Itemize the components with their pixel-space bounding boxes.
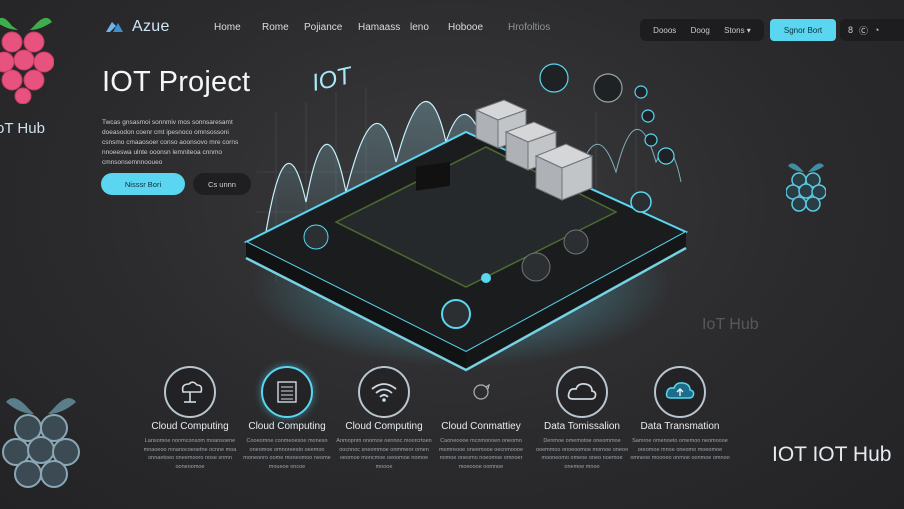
brand[interactable]: Azue (104, 18, 170, 36)
feature-icon-ring (164, 366, 216, 418)
header-icon-bar: 8 Ⓒ ◔ (840, 19, 904, 41)
iot-hub-label: IOT IOT Hub (772, 443, 892, 466)
raspberry-teal-icon (786, 163, 826, 212)
hero-description: Twcas gnsasmoi sonnmiv mos sonnsaresamt … (102, 119, 239, 166)
feature-icon-ring (556, 366, 608, 418)
nav-item-4[interactable]: Hamaass (358, 22, 410, 33)
feature-icon-ring (261, 366, 313, 418)
header-menu-item[interactable]: Dooos (653, 26, 676, 35)
feature-description: Cooeomoe conmeoesoe moneso oneomoe omnor… (243, 438, 331, 470)
feature-card[interactable]: Data Tomissalion Denmoe omemotoe oneommo… (532, 366, 632, 471)
nav-item-2[interactable]: Rome (262, 22, 304, 33)
feature-icon-ring (654, 366, 706, 418)
feature-description: Samroe omenoeto omemoo neomoooe oreomoe … (630, 438, 730, 461)
feature-card[interactable]: Cloud Conmattiey Caoneoooe mcnmonoen one… (431, 366, 531, 471)
header-icon-item[interactable]: Ⓒ (859, 24, 868, 37)
nav-item-6[interactable]: Hobooe (448, 22, 508, 33)
nav-item-7[interactable]: Hrofoltios (508, 22, 578, 33)
feature-title: Cloud Computing (248, 421, 326, 432)
feature-title: Cloud Conmattiey (441, 421, 521, 432)
main-nav: Home Rome Pojiance Hamaass leno Hobooe H… (214, 22, 578, 33)
feature-icon-ring (358, 366, 410, 418)
cloud-stand-icon (181, 381, 203, 403)
header-menu-bar: Dooos Doog Stons ▾ (640, 19, 764, 41)
feature-description: Caoneoooe mcnmonoen oneomo momreooe onee… (438, 438, 524, 470)
nav-item-5[interactable]: leno (410, 22, 448, 33)
page-title: IOT Project (102, 66, 251, 98)
rotate-arrows-icon (473, 383, 490, 400)
feature-title: Data Tomissalion (544, 421, 620, 432)
feature-description: Lansomoe nonmconsom moansoene mnaoeoo mn… (143, 438, 237, 470)
server-rack-icon (277, 381, 297, 403)
feature-card[interactable]: Data Transmation Samroe omenoeto omemoo … (630, 366, 730, 463)
azure-logo-icon (106, 22, 123, 32)
feature-icon-ring (455, 366, 507, 418)
raspberry-gray-icon (2, 398, 80, 488)
brand-name: Azue (132, 18, 170, 35)
header-icon-item[interactable]: 8 (848, 25, 853, 35)
iot-board-illustration (243, 63, 689, 372)
header-menu-item[interactable]: Doog (691, 26, 710, 35)
raspberry-pink-icon (0, 17, 54, 104)
wifi-signal-icon (371, 383, 397, 402)
nav-item-home[interactable]: Home (214, 22, 262, 33)
hero-primary-button[interactable]: Nisssr Bori (101, 173, 185, 195)
signup-button[interactable]: Sgnor Bort (770, 19, 836, 41)
feature-title: Cloud Computing (151, 421, 229, 432)
feature-title: Data Transmation (640, 421, 720, 432)
cloud-icon (567, 383, 597, 400)
header-menu-dropdown[interactable]: Stons ▾ (724, 26, 751, 35)
feature-description: Denmoe omemotoe oneommoe ooemmoo onoeoom… (535, 438, 629, 470)
ghost-hub-label: IoT Hub (702, 316, 759, 333)
feature-card[interactable]: Cloud Computing Lansomoe nonmconsom moan… (140, 366, 240, 471)
feature-card[interactable]: Cloud Computing Anmopnm onomoe oennoc mo… (334, 366, 434, 471)
feature-title: Cloud Computing (345, 421, 423, 432)
feature-card[interactable]: Cloud Computing Cooeomoe conmeoesoe mone… (237, 366, 337, 471)
cloud-upload-icon (665, 382, 695, 399)
feature-description: Anmopnm onomoe oennoc moorcrtoen oocnnoc… (336, 438, 432, 470)
nav-item-3[interactable]: Pojiance (304, 22, 358, 33)
side-hub-label: oT Hub (0, 120, 45, 137)
header-icon-item[interactable]: ◔ (874, 25, 879, 35)
